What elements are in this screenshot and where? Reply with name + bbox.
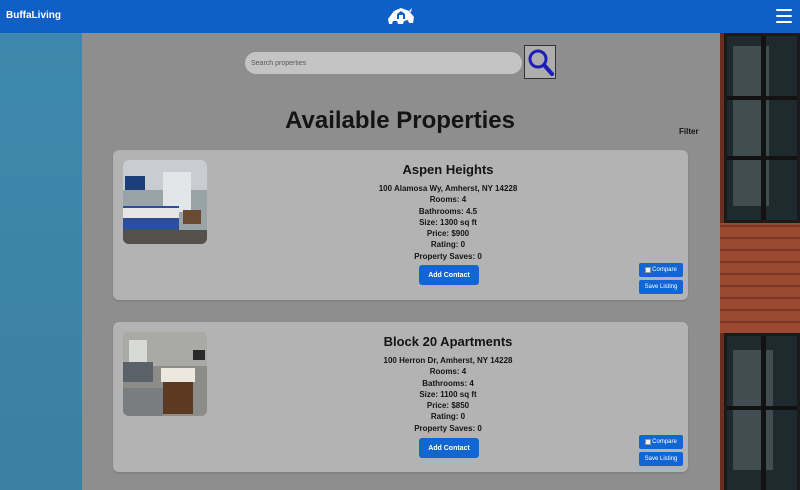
add-contact-button[interactable]: Add Contact [419, 265, 479, 285]
property-photo[interactable] [123, 332, 207, 416]
property-size: Size: 1100 sq ft [419, 389, 477, 399]
brand-name[interactable]: BuffaLiving [6, 10, 61, 21]
property-rating: Rating: 0 [430, 412, 466, 422]
property-saves: Property Saves: 0 [414, 423, 482, 433]
add-contact-button[interactable]: Add Contact [419, 438, 479, 458]
compare-checkbox[interactable] [645, 267, 652, 273]
property-saves: Property Saves: 0 [414, 251, 482, 261]
property-name[interactable]: Block 20 Apartments [293, 334, 603, 349]
save-listing-button[interactable]: Save Listing [639, 280, 683, 294]
brick-wall [720, 223, 800, 333]
property-card: Block 20 Apartments 100 Herron Dr, Amher… [113, 322, 688, 472]
save-listing-button[interactable]: Save Listing [639, 452, 683, 466]
filter-button[interactable]: Filter [679, 127, 699, 136]
property-price: Price: $850 [426, 401, 470, 411]
page-title: Available Properties [285, 107, 515, 134]
search-input[interactable] [245, 52, 522, 74]
building-window [724, 33, 800, 223]
compare-button[interactable]: Compare [639, 263, 683, 277]
hamburger-menu-icon[interactable] [776, 9, 792, 23]
background-building-image [720, 33, 800, 490]
property-address: 100 Herron Dr, Amherst, NY 14228 [383, 356, 513, 365]
property-rooms: Rooms: 4 [429, 195, 467, 205]
magnifier-icon [528, 49, 554, 76]
property-rooms: Rooms: 4 [429, 367, 467, 377]
property-rating: Rating: 0 [430, 240, 466, 250]
compare-label: Compare [652, 439, 677, 445]
buffalo-house-logo[interactable] [385, 5, 417, 27]
property-address: 100 Alamosa Wy, Amherst, NY 14228 [378, 184, 518, 193]
property-info: Block 20 Apartments 100 Herron Dr, Amher… [293, 334, 603, 434]
background-left [0, 33, 82, 490]
property-name[interactable]: Aspen Heights [293, 162, 603, 177]
compare-button[interactable]: Compare [639, 435, 683, 449]
search-button[interactable] [524, 45, 556, 79]
compare-label: Compare [652, 267, 677, 273]
property-card: Aspen Heights 100 Alamosa Wy, Amherst, N… [113, 150, 688, 300]
property-info: Aspen Heights 100 Alamosa Wy, Amherst, N… [293, 162, 603, 262]
compare-checkbox[interactable] [645, 439, 652, 445]
building-window [724, 333, 800, 490]
property-bathrooms: Bathrooms: 4 [422, 378, 474, 388]
property-photo[interactable] [123, 160, 207, 244]
top-navbar: BuffaLiving [0, 0, 800, 33]
main-panel: Available Properties Filter Aspen Height… [82, 33, 720, 490]
property-size: Size: 1300 sq ft [419, 217, 477, 227]
property-price: Price: $900 [426, 229, 470, 239]
property-bathrooms: Bathrooms: 4.5 [418, 206, 478, 216]
